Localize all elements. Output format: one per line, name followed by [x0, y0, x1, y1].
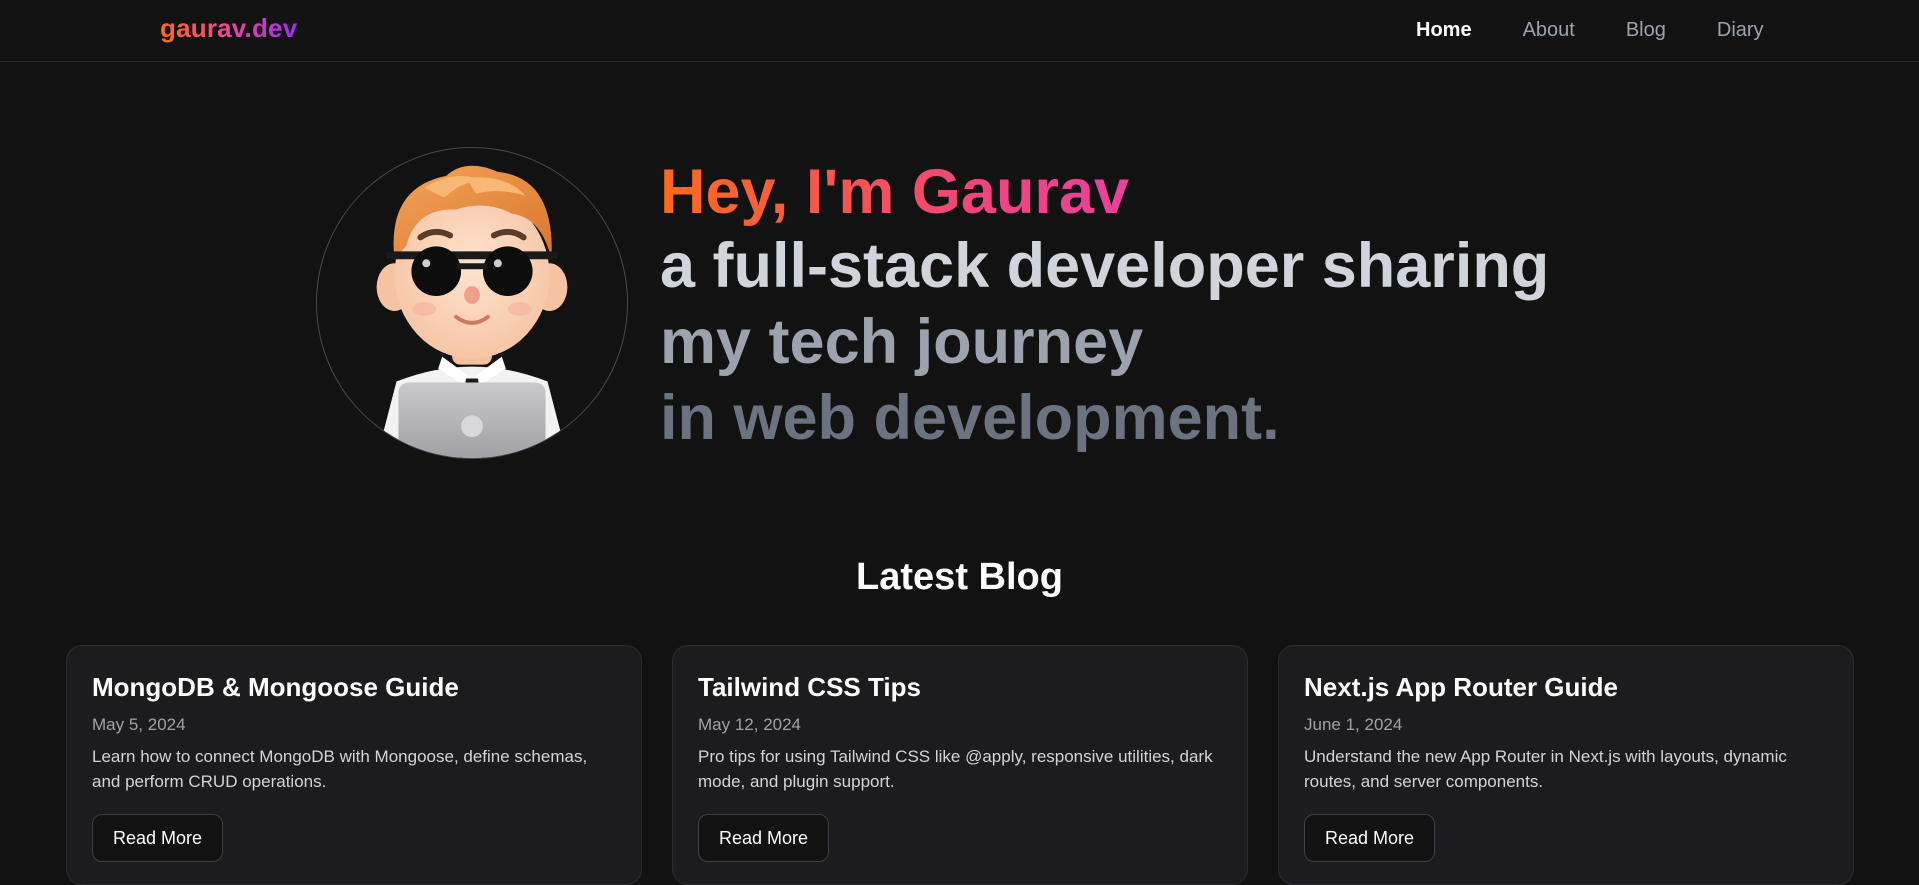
avatar-illustration — [376, 165, 568, 458]
nav-link-diary[interactable]: Diary — [1717, 18, 1764, 42]
read-more-button[interactable]: Read More — [698, 814, 830, 862]
nav-link-blog[interactable]: Blog — [1626, 18, 1666, 42]
hero-tagline-line-1: a full-stack developer sharing — [660, 231, 1550, 301]
hero-title: Hey, I'm Gaurav — [660, 156, 1549, 228]
blog-card-title[interactable]: Tailwind CSS Tips — [698, 672, 1222, 702]
top-navbar: gaurav.dev Home About Blog Diary — [0, 0, 1919, 62]
blog-card: MongoDB & Mongoose Guide May 5, 2024 Lea… — [66, 645, 642, 885]
blog-card: Tailwind CSS Tips May 12, 2024 Pro tips … — [672, 645, 1248, 885]
blog-card-title[interactable]: MongoDB & Mongoose Guide — [92, 672, 616, 702]
blog-card: Next.js App Router Guide June 1, 2024 Un… — [1278, 645, 1854, 885]
blog-card-description: Learn how to connect MongoDB with Mongoo… — [92, 747, 588, 791]
blog-card-description: Pro tips for using Tailwind CSS like @ap… — [698, 747, 1213, 791]
blog-card-title[interactable]: Next.js App Router Guide — [1304, 672, 1828, 702]
hero-tagline-line-3: in web development. — [660, 383, 1280, 453]
hero-text: Hey, I'm Gaurav a full-stack developer s… — [660, 156, 1549, 456]
latest-blog-heading: Latest Blog — [856, 556, 1063, 598]
hero-tagline-line-2: my tech journey — [660, 307, 1144, 377]
read-more-button[interactable]: Read More — [92, 814, 224, 862]
avatar — [316, 147, 628, 459]
read-more-button[interactable]: Read More — [1304, 814, 1436, 862]
blog-card-date: June 1, 2024 — [1304, 715, 1403, 734]
blog-card-date: May 12, 2024 — [698, 715, 802, 734]
blog-card-date: May 5, 2024 — [92, 715, 186, 734]
blog-card-description: Understand the new App Router in Next.js… — [1304, 747, 1787, 791]
nav-link-about[interactable]: About — [1523, 18, 1575, 42]
nav-link-home[interactable]: Home — [1416, 18, 1472, 42]
nav-links: Home About Blog Diary — [1416, 18, 1815, 42]
site-logo[interactable]: gaurav.dev — [160, 13, 297, 44]
